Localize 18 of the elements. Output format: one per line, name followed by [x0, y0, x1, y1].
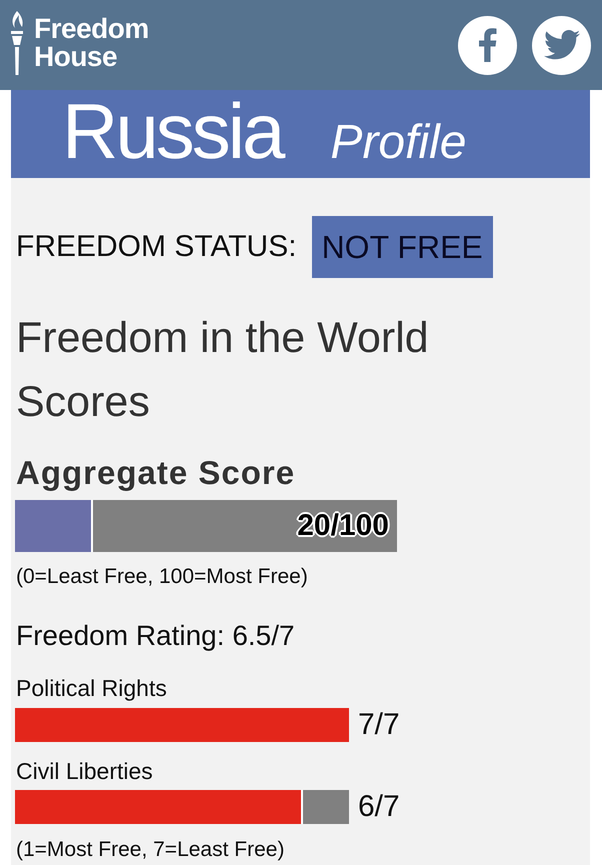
status-label: FREEDOM STATUS:	[16, 230, 297, 264]
scores-heading: Freedom in the World Scores	[16, 313, 430, 428]
status-value: NOT FREE	[312, 216, 493, 278]
aggregate-title: Aggregate Score	[16, 453, 296, 493]
aggregate-scale-note: (0=Least Free, 100=Most Free)	[16, 565, 309, 589]
rating-reading: 7/7	[358, 708, 400, 742]
rating-label: Political Rights	[16, 675, 168, 701]
logo-text: Freedom House	[34, 15, 150, 71]
profile-subtitle: Profile	[330, 119, 466, 167]
rating-scale-note: (1=Most Free, 7=Least Free)	[16, 838, 286, 862]
rating-reading: 6/7	[358, 790, 400, 824]
aggregate-score-reading: 20/100	[297, 509, 390, 543]
facebook-icon	[478, 28, 496, 62]
rating-label: Civil Liberties	[16, 758, 154, 784]
freedom-rating: Freedom Rating: 6.5/7	[16, 620, 296, 652]
bird-icon	[544, 30, 580, 60]
torch-icon	[10, 11, 24, 75]
country-title: Russia	[62, 90, 282, 172]
